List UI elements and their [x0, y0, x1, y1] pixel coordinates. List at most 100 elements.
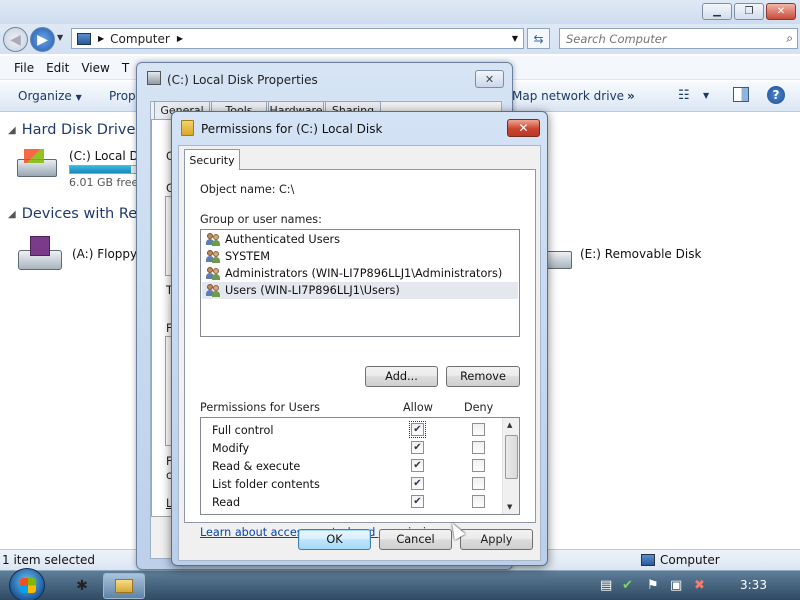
- group-hard-disk-label: Hard Disk Drives: [21, 122, 143, 138]
- explorer-titlebar[interactable]: ▁ ❐ ✕: [0, 0, 800, 24]
- allow-checkbox[interactable]: ✔: [409, 421, 426, 438]
- collapse-arrow-icon[interactable]: ◢: [8, 125, 16, 136]
- search-input[interactable]: [566, 29, 776, 48]
- group-user-list[interactable]: Authenticated Users SYSTEM Administrator…: [200, 229, 520, 337]
- address-bar[interactable]: ▶ Computer ▶ ▼: [71, 28, 524, 49]
- recent-pages-dropdown-icon[interactable]: ▼: [57, 33, 63, 42]
- document-icon[interactable]: ▤: [600, 578, 612, 593]
- properties-close-button[interactable]: ✕: [475, 70, 504, 88]
- drive-e-name: (E:) Removable Disk: [580, 247, 702, 261]
- group-name: SYSTEM: [225, 250, 271, 263]
- permission-row: Read & execute ✔: [201, 457, 503, 475]
- close-icon: ✕: [484, 72, 495, 86]
- refresh-button[interactable]: ⇆: [527, 28, 550, 49]
- permission-name: Full control: [212, 423, 274, 437]
- back-arrow-icon: ◀: [10, 31, 21, 48]
- group-name: Authenticated Users: [225, 233, 341, 246]
- group-list-item[interactable]: Administrators (WIN-LI7P896LLJ1\Administ…: [202, 265, 518, 282]
- group-list-item-selected[interactable]: Users (WIN-LI7P896LLJ1\Users): [202, 282, 518, 299]
- organize-button[interactable]: Organize ▼: [18, 89, 82, 103]
- forward-button[interactable]: ▶: [30, 27, 55, 52]
- more-commands-button[interactable]: »: [627, 89, 635, 103]
- minimize-button[interactable]: ▁: [702, 3, 732, 20]
- breadcrumb-arrow-icon[interactable]: ▶: [177, 34, 183, 43]
- ok-button-label: OK: [326, 533, 343, 546]
- taskbar-app-explorer[interactable]: [103, 573, 145, 599]
- start-button[interactable]: [9, 568, 45, 600]
- deny-checkbox[interactable]: [472, 441, 485, 454]
- permission-name: Read: [212, 495, 241, 509]
- maximize-button[interactable]: ❐: [734, 3, 764, 20]
- remove-button[interactable]: Remove: [446, 366, 520, 387]
- folder-icon: [115, 579, 133, 593]
- view-dropdown-icon[interactable]: ▼: [703, 91, 709, 100]
- allow-checkbox[interactable]: ✔: [411, 459, 424, 472]
- drive-c-usage-fill: [70, 166, 132, 173]
- properties-dialog-title: (C:) Local Disk Properties: [167, 73, 318, 87]
- deny-checkbox[interactable]: [472, 423, 485, 436]
- scroll-down-icon[interactable]: ▼: [507, 503, 512, 511]
- bug-icon: ✱: [76, 578, 88, 594]
- windows-logo-icon: [20, 578, 36, 593]
- clock[interactable]: 3:33: [740, 578, 767, 592]
- permission-name: Modify: [212, 441, 250, 455]
- network-icon[interactable]: ▣: [670, 578, 682, 593]
- group-removable-devices[interactable]: ◢ Devices with Rem: [8, 206, 151, 222]
- drive-c-name: (C:) Local Di: [69, 149, 143, 163]
- breadcrumb-arrow-icon[interactable]: ▶: [98, 34, 104, 43]
- menu-file[interactable]: File: [10, 61, 38, 75]
- add-button[interactable]: Add...: [365, 366, 438, 387]
- menu-edit[interactable]: Edit: [42, 61, 73, 75]
- cancel-button[interactable]: Cancel: [379, 529, 452, 550]
- taskbar-app-bug[interactable]: ✱: [61, 573, 103, 599]
- permissions-list[interactable]: Full control ✔ Modify ✔ Read & execute ✔…: [200, 417, 520, 515]
- drive-a[interactable]: (A:) Floppy D: [18, 236, 150, 272]
- minimize-icon: ▁: [713, 6, 721, 17]
- group-name: Users (WIN-LI7P896LLJ1\Users): [225, 284, 400, 297]
- permission-row: Modify ✔: [201, 439, 503, 457]
- security-icon[interactable]: ✔: [622, 578, 633, 593]
- user-group-icon: [206, 284, 221, 297]
- close-button[interactable]: ✕: [766, 3, 796, 20]
- drive-e[interactable]: (E:) Removable Disk: [546, 243, 701, 279]
- tab-security[interactable]: Security: [184, 149, 240, 170]
- user-group-icon: [206, 233, 221, 246]
- map-network-drive-command[interactable]: Map network drive: [512, 89, 624, 103]
- menu-view[interactable]: View: [77, 61, 113, 75]
- group-list-item[interactable]: Authenticated Users: [202, 231, 518, 248]
- collapse-arrow-icon[interactable]: ◢: [8, 209, 16, 220]
- volume-muted-icon[interactable]: ✖: [694, 578, 705, 593]
- help-icon[interactable]: ?: [767, 86, 785, 104]
- permissions-dialog-title: Permissions for (C:) Local Disk: [201, 122, 383, 136]
- apply-button[interactable]: Apply: [460, 529, 533, 550]
- deny-checkbox[interactable]: [472, 495, 485, 508]
- action-center-flag-icon[interactable]: ⚑: [647, 578, 659, 593]
- search-icon[interactable]: ⌕: [786, 31, 793, 46]
- allow-column-header: Allow: [403, 401, 433, 414]
- allow-checkbox[interactable]: ✔: [411, 441, 424, 454]
- drive-c[interactable]: (C:) Local Di 6.01 GB free: [14, 147, 142, 189]
- permissions-for-label: Permissions for Users: [200, 401, 320, 414]
- group-list-item[interactable]: SYSTEM: [202, 248, 518, 265]
- allow-checkbox[interactable]: ✔: [411, 495, 424, 508]
- preview-pane-icon[interactable]: [733, 87, 749, 102]
- menu-tools[interactable]: T: [118, 61, 133, 75]
- scroll-up-icon[interactable]: ▲: [507, 421, 512, 429]
- search-box[interactable]: ⌕: [559, 28, 798, 49]
- add-button-label: Add...: [385, 370, 418, 383]
- view-options-icon[interactable]: ☷: [678, 88, 690, 103]
- scrollbar-thumb[interactable]: [505, 435, 518, 479]
- group-hard-disk-drives[interactable]: ◢ Hard Disk Drives: [8, 122, 143, 138]
- permissions-scrollbar[interactable]: ▲ ▼: [502, 418, 519, 514]
- address-dropdown-icon[interactable]: ▼: [512, 34, 518, 43]
- deny-checkbox[interactable]: [472, 477, 485, 490]
- object-name-value: C:\: [279, 183, 295, 196]
- close-icon: ✕: [776, 6, 786, 17]
- deny-checkbox[interactable]: [472, 459, 485, 472]
- allow-checkbox[interactable]: ✔: [411, 477, 424, 490]
- back-button[interactable]: ◀: [3, 27, 28, 52]
- permissions-close-button[interactable]: ✕: [507, 119, 540, 137]
- breadcrumb-computer[interactable]: Computer: [110, 32, 170, 46]
- ok-button[interactable]: OK: [298, 529, 371, 550]
- refresh-icon: ⇆: [533, 31, 544, 46]
